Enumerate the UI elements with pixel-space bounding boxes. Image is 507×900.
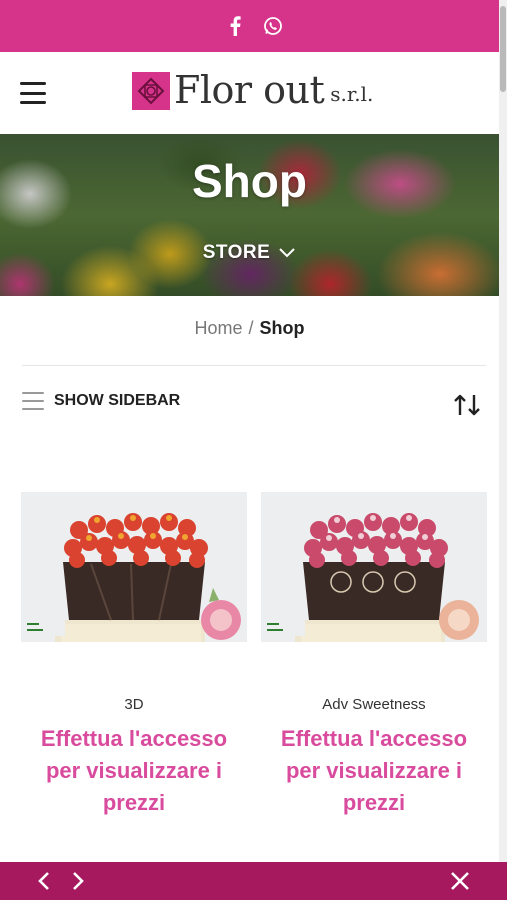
page-scrollbar[interactable]: [499, 0, 507, 900]
whatsapp-icon[interactable]: [262, 15, 284, 37]
product-category[interactable]: 3D: [21, 696, 247, 713]
login-to-view-prices-link[interactable]: Effettua l'accesso per visualizzare i pr…: [21, 723, 247, 819]
product-card[interactable]: Adv Sweetness Effettua l'accesso per vis…: [261, 492, 487, 819]
show-sidebar-button[interactable]: SHOW SIDEBAR: [22, 392, 180, 410]
site-logo[interactable]: Flor out s.r.l.: [132, 70, 373, 110]
breadcrumb-separator: /: [248, 318, 254, 338]
logo-rose-icon: [132, 72, 170, 110]
hero-banner: Shop STORE: [0, 134, 499, 296]
menu-icon[interactable]: [20, 82, 46, 104]
sort-icon[interactable]: [452, 393, 482, 417]
bottom-navigation-bar: [0, 862, 507, 900]
breadcrumb: Home / Shop: [0, 318, 499, 339]
chevron-left-icon[interactable]: [32, 869, 56, 893]
show-sidebar-label: SHOW SIDEBAR: [54, 392, 181, 409]
logo-name: Flor out: [174, 68, 325, 112]
site-header: Flor out s.r.l.: [0, 52, 499, 134]
close-icon[interactable]: [448, 869, 472, 893]
product-card[interactable]: 3D Effettua l'accesso per visualizzare i…: [21, 492, 247, 819]
scrollbar-thumb[interactable]: [500, 6, 506, 92]
chevron-right-icon[interactable]: [66, 869, 90, 893]
logo-suffix: s.r.l.: [330, 82, 374, 106]
product-image[interactable]: [21, 492, 247, 642]
social-topbar: [0, 0, 507, 52]
login-to-view-prices-link[interactable]: Effettua l'accesso per visualizzare i pr…: [261, 723, 487, 819]
store-dropdown-label: STORE: [202, 242, 271, 263]
sidebar-lines-icon: [22, 392, 44, 410]
store-dropdown[interactable]: STORE: [0, 242, 499, 264]
breadcrumb-home-link[interactable]: Home: [194, 318, 242, 338]
facebook-icon[interactable]: [224, 15, 246, 37]
divider: [22, 365, 486, 366]
product-image[interactable]: [261, 492, 487, 642]
page-title: Shop: [192, 155, 307, 207]
breadcrumb-current: Shop: [259, 318, 305, 338]
chevron-down-icon: [279, 248, 296, 258]
product-category[interactable]: Adv Sweetness: [261, 696, 487, 713]
